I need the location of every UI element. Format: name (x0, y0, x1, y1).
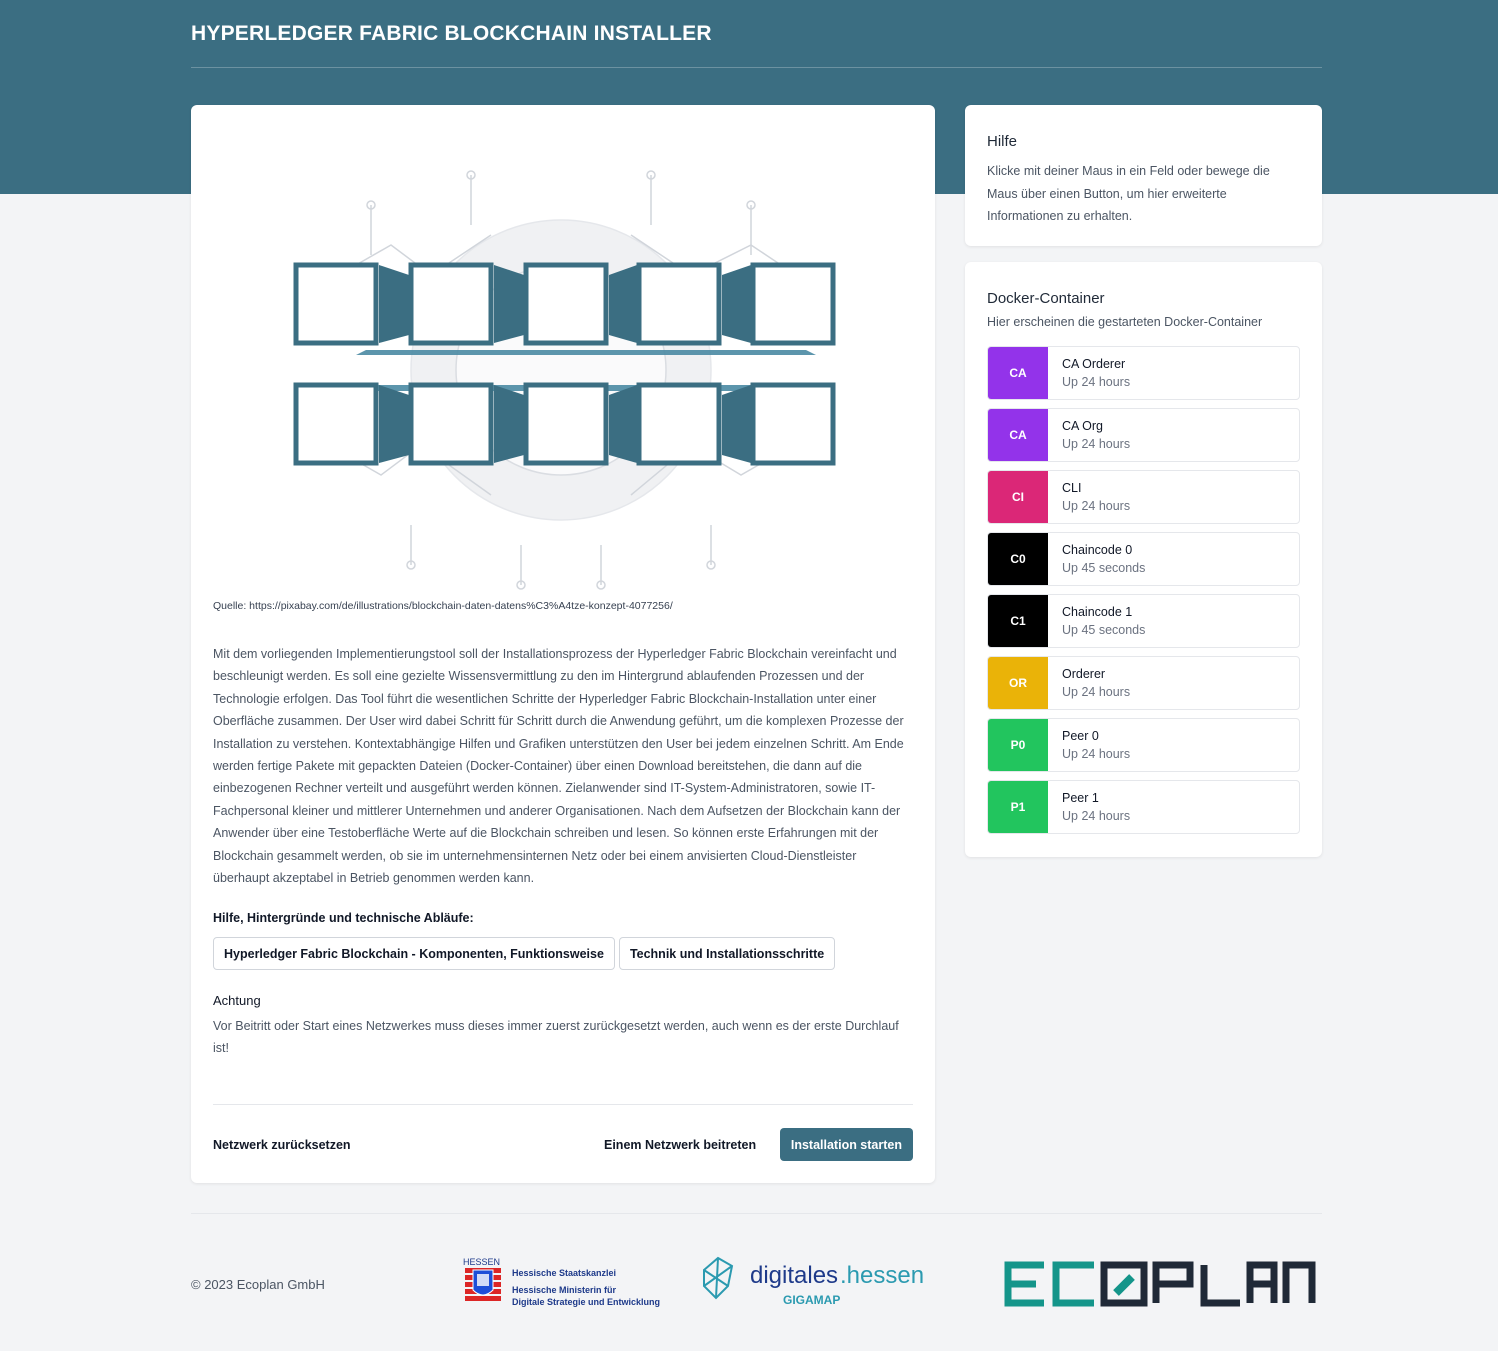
docker-subtitle: Hier erscheinen die gestarteten Docker-C… (987, 315, 1263, 329)
installation-steps-button[interactable]: Technik und Installationsschritte (618, 937, 836, 970)
container-status: Up 24 hours (1062, 437, 1131, 451)
container-cli[interactable]: CI CLI Up 24 hours (987, 470, 1300, 524)
container-status: Up 24 hours (1062, 685, 1131, 699)
container-status: Up 24 hours (1062, 809, 1131, 823)
container-chaincode-1[interactable]: C1 Chaincode 1 Up 45 seconds (987, 594, 1300, 648)
container-status: Up 45 seconds (1062, 623, 1146, 637)
header: HYPERLEDGER FABRIC BLOCKCHAIN INSTALLER (191, 0, 1322, 68)
svg-text:GIGAMAP: GIGAMAP (783, 1293, 840, 1307)
container-badge: CA (988, 347, 1048, 399)
container-status: Up 45 seconds (1062, 561, 1146, 575)
reset-network-button[interactable]: Netzwerk zurücksetzen (213, 1128, 351, 1161)
join-network-button[interactable]: Einem Netzwerk beitreten (604, 1128, 756, 1161)
components-button[interactable]: Hyperledger Fabric Blockchain - Komponen… (213, 937, 615, 970)
container-list: CA CA Orderer Up 24 hours CA CA Org Up 2… (987, 346, 1300, 834)
container-name: CLI (1062, 481, 1082, 495)
container-chaincode-0[interactable]: C0 Chaincode 0 Up 45 seconds (987, 532, 1300, 586)
divider (213, 1104, 913, 1105)
container-peer-1[interactable]: P1 Peer 1 Up 24 hours (987, 780, 1300, 834)
warning-title: Achtung (213, 993, 261, 1008)
intro-text: Mit dem vorliegenden Implementierungstoo… (213, 647, 904, 886)
svg-text:HESSEN: HESSEN (463, 1257, 500, 1267)
container-badge: C0 (988, 533, 1048, 585)
container-name: CA Orderer (1062, 357, 1126, 371)
container-peer-0[interactable]: P0 Peer 0 Up 24 hours (987, 718, 1300, 772)
digitales-hessen-logo: digitales .hessen GIGAMAP (703, 1256, 923, 1307)
container-name: Chaincode 0 (1062, 543, 1133, 557)
container-name: Chaincode 1 (1062, 605, 1133, 619)
help-title: Hilfe (987, 133, 1018, 150)
svg-text:.hessen: .hessen (840, 1262, 923, 1289)
footer-divider (191, 1213, 1322, 1214)
app-title: HYPERLEDGER FABRIC BLOCKCHAIN INSTALLER (191, 22, 712, 45)
container-ca-orderer[interactable]: CA CA Orderer Up 24 hours (987, 346, 1300, 400)
container-badge: CI (988, 471, 1048, 523)
hessen-logo: HESSEN Hessische Staatskanzlei Hessische… (463, 1257, 660, 1307)
container-badge: CA (988, 409, 1048, 461)
container-badge: P1 (988, 781, 1048, 833)
docker-card: Docker-Container Hier erscheinen die ges… (965, 262, 1322, 857)
container-badge: C1 (988, 595, 1048, 647)
container-ca-org[interactable]: CA CA Org Up 24 hours (987, 408, 1300, 462)
container-status: Up 24 hours (1062, 375, 1131, 389)
container-badge: OR (988, 657, 1048, 709)
svg-text:digitales: digitales (750, 1262, 838, 1289)
ecoplan-logo (1004, 1261, 1316, 1307)
help-card: Hilfe Klicke mit deiner Maus in ein Feld… (965, 105, 1322, 246)
docker-title: Docker-Container (987, 290, 1105, 307)
container-orderer[interactable]: OR Orderer Up 24 hours (987, 656, 1300, 710)
svg-text:Digitale Strategie und Entwick: Digitale Strategie und Entwicklung (512, 1297, 660, 1307)
copyright: © 2023 Ecoplan GmbH (191, 1277, 325, 1292)
start-installation-button[interactable]: Installation starten (779, 1128, 913, 1161)
container-name: Peer 0 (1062, 729, 1099, 743)
container-badge: P0 (988, 719, 1048, 771)
help-link-buttons: Hyperledger Fabric Blockchain - Komponen… (213, 937, 836, 970)
help-text: Klicke mit deiner Maus in ein Feld oder … (987, 164, 1270, 223)
help-section-label: Hilfe, Hintergründe und technische Abläu… (213, 911, 474, 925)
action-bar: Netzwerk zurücksetzen Einem Netzwerk bei… (213, 1128, 913, 1161)
container-name: Orderer (1062, 667, 1106, 681)
container-status: Up 24 hours (1062, 499, 1131, 513)
image-source: Quelle: https://pixabay.com/de/illustrat… (213, 600, 673, 612)
svg-text:Hessische Ministerin für: Hessische Ministerin für (512, 1285, 617, 1295)
blockchain-illustration (293, 170, 836, 590)
svg-text:Hessische Staatskanzlei: Hessische Staatskanzlei (512, 1268, 616, 1278)
warning-text: Vor Beitritt oder Start eines Netzwerkes… (213, 1019, 899, 1056)
main-card: Quelle: https://pixabay.com/de/illustrat… (191, 105, 935, 1183)
container-status: Up 24 hours (1062, 747, 1131, 761)
container-name: Peer 1 (1062, 791, 1099, 805)
container-name: CA Org (1062, 419, 1103, 433)
